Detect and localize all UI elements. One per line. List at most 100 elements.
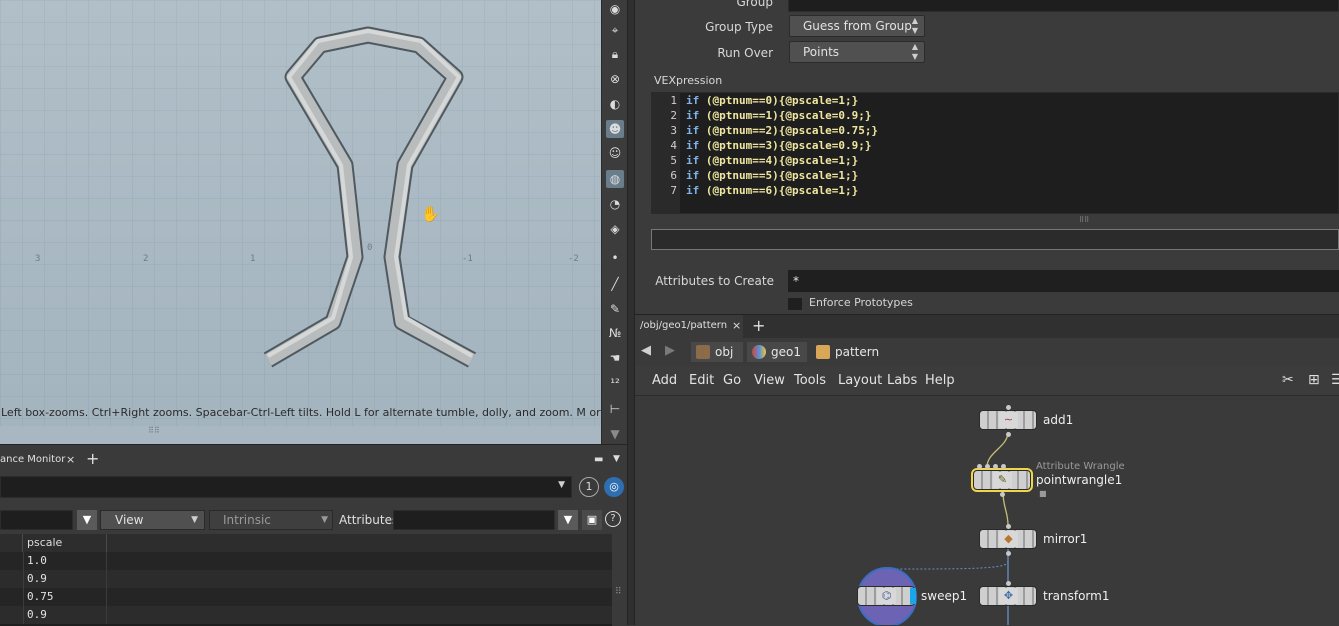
- vex-code-editor[interactable]: 1234567 if (@ptnum==0){@pscale=1;} if (@p…: [651, 92, 1339, 214]
- table-row[interactable]: 0.75: [0, 588, 612, 606]
- scroll-down-icon[interactable]: ▼: [606, 425, 624, 443]
- point-number-icon[interactable]: №: [606, 324, 624, 342]
- visibility-icon[interactable]: ◔: [606, 195, 624, 213]
- point-display-icon[interactable]: •: [606, 249, 624, 267]
- node-mirror1[interactable]: ◆: [979, 529, 1037, 549]
- node-input-port[interactable]: [1001, 464, 1006, 469]
- breadcrumb-pattern[interactable]: pattern: [811, 342, 891, 362]
- table-row[interactable]: 1.0: [0, 552, 612, 570]
- normals-icon[interactable]: ⊢: [606, 400, 624, 418]
- filter-field[interactable]: [0, 510, 73, 530]
- pin-icon[interactable]: ◎: [604, 477, 624, 497]
- node-pointwrangle1[interactable]: ✎: [971, 468, 1033, 492]
- tab-network-path[interactable]: /obj/geo1/pattern ×: [635, 315, 743, 338]
- attribute-table[interactable]: pscale 1.0 0.9 0.75 0.9: [0, 534, 612, 626]
- magnet-icon[interactable]: ◐: [606, 95, 624, 113]
- node-input-port[interactable]: [1006, 405, 1011, 410]
- view-select-label: View: [115, 513, 144, 527]
- menu-add[interactable]: Add: [652, 366, 677, 396]
- pscale-column-header[interactable]: pscale: [23, 534, 107, 552]
- pane-divider[interactable]: [627, 0, 635, 625]
- snap-icon[interactable]: ⊗: [606, 70, 624, 88]
- tools-icon[interactable]: ✂: [1282, 372, 1294, 388]
- view-select[interactable]: View ▼: [100, 510, 205, 530]
- enforce-prototypes-label: Enforce Prototypes: [809, 296, 913, 309]
- layout-icon[interactable]: ⊞: [1308, 372, 1320, 388]
- resize-grip-icon[interactable]: ⠿⠿: [148, 426, 160, 435]
- tab-performance-monitor[interactable]: ance Monitor: [0, 454, 65, 465]
- menu-go[interactable]: Go: [723, 366, 741, 396]
- node-output-port[interactable]: [1006, 432, 1011, 437]
- node-input-port[interactable]: [993, 464, 998, 469]
- hand-cursor-icon: ✋: [421, 205, 440, 223]
- menu-edit[interactable]: Edit: [689, 366, 714, 396]
- pscale-cell: 0.75: [23, 588, 107, 606]
- node-sweep1[interactable]: ⌬: [857, 586, 915, 606]
- display-mode-icon[interactable]: ☻: [606, 120, 624, 138]
- lock-icon[interactable]: 🔒︎: [606, 45, 624, 63]
- primitive-number-icon[interactable]: ¹²: [606, 374, 624, 392]
- table-row[interactable]: 0.9: [0, 570, 612, 588]
- table-row[interactable]: 0.9: [0, 606, 612, 624]
- menu-labs[interactable]: Labs: [887, 366, 917, 396]
- chevron-down-icon[interactable]: ▼: [613, 454, 620, 464]
- pane-menu-icon[interactable]: ▬: [594, 454, 603, 465]
- template-icon[interactable]: ◈: [606, 220, 624, 238]
- brush-icon[interactable]: ╱: [606, 275, 624, 293]
- attributes-to-create-field[interactable]: *: [788, 270, 1339, 292]
- resize-grip-icon[interactable]: ⠿⠿: [1079, 216, 1091, 224]
- breadcrumb-geo1[interactable]: geo1: [747, 342, 807, 362]
- add-tab-button[interactable]: +: [752, 316, 765, 335]
- breadcrumb-label: pattern: [835, 345, 880, 359]
- node-name: transform1: [1043, 589, 1110, 603]
- menu-layout[interactable]: Layout: [838, 366, 882, 396]
- attributes-filter-field[interactable]: [393, 510, 555, 530]
- expression-input[interactable]: [651, 229, 1339, 250]
- options-icon[interactable]: ▣: [582, 510, 602, 530]
- scene-viewport[interactable]: 3 2 1 0 -1 -2 ✋ Left box-zooms. Ctrl+Rig…: [0, 0, 601, 444]
- node-output-port[interactable]: [1006, 551, 1011, 556]
- hand-tool-icon[interactable]: ☚: [606, 349, 624, 367]
- pen-icon[interactable]: ✎: [606, 300, 624, 318]
- help-icon[interactable]: ?: [605, 511, 621, 527]
- intrinsics-select[interactable]: Intrinsic ▼: [209, 510, 333, 530]
- close-icon[interactable]: ×: [66, 453, 75, 466]
- forward-arrow-icon[interactable]: ▶: [665, 343, 675, 358]
- eye-icon[interactable]: ◉: [606, 0, 624, 18]
- display-flag[interactable]: [910, 588, 916, 604]
- ghost-icon[interactable]: ☺: [606, 144, 624, 162]
- add-tab-button[interactable]: +: [86, 449, 99, 468]
- network-editor[interactable]: ∼ add1 Attribute Wrangle ✎ pointwrangle1…: [635, 397, 1339, 625]
- code-line: if (@ptnum==6){@pscale=1;}: [686, 184, 858, 197]
- breadcrumb-obj[interactable]: obj: [691, 342, 743, 362]
- filter-icon[interactable]: ▼: [77, 510, 97, 530]
- menu-help[interactable]: Help: [925, 366, 955, 396]
- group-field[interactable]: [788, 0, 1339, 12]
- group-type-select[interactable]: Guess from Group ▲ ▼: [789, 15, 925, 37]
- run-over-select[interactable]: Points ▲ ▼: [789, 41, 925, 63]
- filter-icon[interactable]: ▼: [558, 510, 578, 530]
- node-add1[interactable]: ∼: [979, 410, 1037, 430]
- node-output-port[interactable]: [1000, 492, 1005, 497]
- pscale-cell: 0.9: [23, 570, 107, 588]
- node-input-port[interactable]: [977, 464, 982, 469]
- menu-tools[interactable]: Tools: [794, 366, 826, 396]
- node-path-field[interactable]: ▼: [0, 476, 572, 498]
- back-arrow-icon[interactable]: ◀: [641, 343, 651, 358]
- enforce-prototypes-checkbox[interactable]: [788, 298, 802, 310]
- node-input-port[interactable]: [985, 464, 990, 469]
- node-input-port[interactable]: [1006, 581, 1011, 586]
- list-icon[interactable]: ☰: [1331, 372, 1339, 388]
- menu-view[interactable]: View: [754, 366, 785, 396]
- line-number: 4: [670, 139, 677, 152]
- node-input-port[interactable]: [1006, 524, 1011, 529]
- circle-badge[interactable]: 1: [579, 477, 599, 497]
- shading-icon[interactable]: ◍: [606, 170, 624, 188]
- network-menu-bar: Add Edit Go View Tools Layout Labs Help …: [635, 366, 1339, 396]
- code-body: (@ptnum==0){@pscale=1;}: [699, 94, 859, 107]
- close-icon[interactable]: ×: [732, 319, 741, 332]
- node-transform1[interactable]: ✥: [979, 586, 1037, 606]
- camera-icon[interactable]: ⌖: [606, 21, 624, 39]
- viewport-bottom-strip: ⠿⠿: [0, 426, 601, 444]
- resize-grip-icon[interactable]: ⠿: [615, 587, 622, 597]
